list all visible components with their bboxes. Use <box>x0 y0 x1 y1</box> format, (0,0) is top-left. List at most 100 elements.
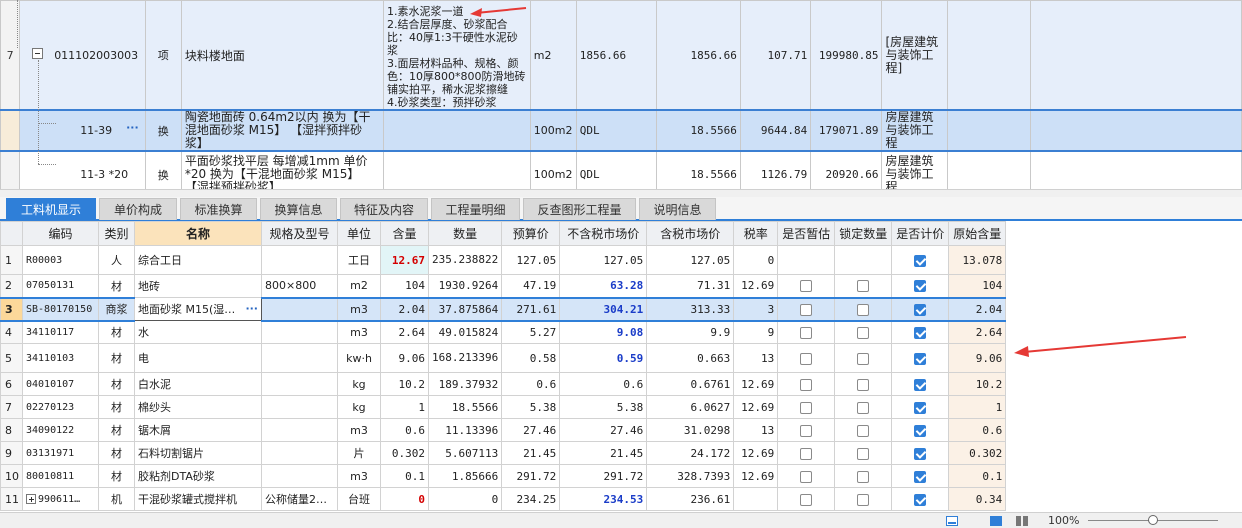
sub-item-name[interactable]: 平面砂浆找平层 每增减1mm 单价*20 换为【干混地面砂浆 M15】 【湿拌预… <box>180 150 385 189</box>
provisional-checkbox[interactable] <box>800 447 813 460</box>
tab-reverse-graphic-quantity[interactable]: 反查图形工程量 <box>523 198 636 220</box>
priced-checkbox[interactable] <box>914 378 927 391</box>
table-row[interactable]: 5 34110103 材电 kw·h 9.06 168.213396 0.58 0.59 0.6… <box>0 343 1007 373</box>
resource-content[interactable]: 0.1 <box>380 464 429 488</box>
sub-item-qty-expr[interactable]: QDL <box>575 109 658 152</box>
resource-content[interactable]: 2.04 <box>380 296 429 322</box>
resource-name[interactable]: 石料切割锯片 <box>134 441 262 465</box>
table-row-selected[interactable]: 3 SB-80170150 商浆 地面砂浆 M15(湿… ··· m3 2.04 37.875… <box>0 296 1007 322</box>
table-row[interactable]: 10 80010811 材胶粘剂DTA砂浆 m3 0.1 1.85666 291.72 291… <box>0 464 1007 488</box>
priced-checkbox[interactable] <box>914 447 927 460</box>
provisional-checkbox[interactable] <box>800 424 813 437</box>
tab-features-content[interactable]: 特征及内容 <box>340 198 428 220</box>
col-header-market-price[interactable]: 不含税市场价 <box>559 221 648 246</box>
resource-spec[interactable] <box>261 320 338 344</box>
resource-content[interactable]: 0.6 <box>380 418 429 442</box>
resource-tax-rate[interactable]: 12.69 <box>733 274 779 298</box>
resource-content[interactable]: 10.2 <box>380 372 429 396</box>
resource-market-price-tax[interactable]: 127.05 <box>646 245 735 275</box>
table-row[interactable]: 2 07050131 材地砖 800×800 m2 104 1930.9264 47.19 63… <box>0 274 1007 298</box>
provisional-checkbox[interactable] <box>800 470 813 483</box>
provisional-checkbox[interactable] <box>800 378 813 391</box>
table-row[interactable]: 4 34110117 材水 m3 2.64 49.015824 5.27 9.08 9.9 9 2.… <box>0 320 1007 344</box>
resource-name[interactable]: 干混砂浆罐式搅拌机 <box>134 487 262 511</box>
priced-checkbox[interactable] <box>914 280 927 293</box>
priced-checkbox[interactable] <box>914 401 927 414</box>
col-header-code[interactable]: 编码 <box>22 221 99 246</box>
col-header-category[interactable]: 类别 <box>98 221 135 246</box>
col-header-spec[interactable]: 规格及型号 <box>261 221 338 246</box>
item-name[interactable]: 块料楼地面 <box>180 0 385 111</box>
resource-name[interactable]: 棉纱头 <box>134 395 262 419</box>
lock-qty-checkbox[interactable] <box>857 470 870 483</box>
resource-code[interactable]: SB-80170150 <box>22 296 99 322</box>
resource-code[interactable]: 07050131 <box>22 274 99 298</box>
sub-item-name[interactable]: 陶瓷地面砖 0.64m2以内 换为【干混地面砂浆 M15】 【湿拌预拌砂浆】 <box>180 109 385 152</box>
tab-conversion-info[interactable]: 换算信息 <box>260 198 337 220</box>
resource-content[interactable]: 2.64 <box>380 320 429 344</box>
resource-code[interactable]: 34110117 <box>22 320 99 344</box>
col-header-unit[interactable]: 单位 <box>337 221 381 246</box>
zoom-slider-handle[interactable] <box>1148 515 1158 525</box>
resource-market-price-tax[interactable]: 31.0298 <box>646 418 735 442</box>
table-row[interactable]: 9 03131971 材石料切割锯片片 0.302 5.607113 21.45 21.45… <box>0 441 1007 465</box>
resource-name[interactable]: 胶粘剂DTA砂浆 <box>134 464 262 488</box>
resource-content[interactable]: 0 <box>380 487 429 511</box>
table-row[interactable]: 8 34090122 材锯木屑 m3 0.6 11.13396 27.46 27.46 31.0… <box>0 418 1007 442</box>
resource-content[interactable]: 104 <box>380 274 429 298</box>
table-row[interactable]: 7 011102003003 项 块料楼地面 1.素水泥浆一道 2.结合层厚度、… <box>0 0 1242 111</box>
resource-content[interactable]: 0.302 <box>380 441 429 465</box>
resource-spec[interactable] <box>261 418 338 442</box>
resource-spec[interactable] <box>261 296 338 322</box>
sub-item-features[interactable] <box>383 150 531 189</box>
resource-market-price[interactable]: 0.59 <box>559 343 648 373</box>
resource-code[interactable]: 990611… <box>22 487 99 511</box>
priced-checkbox[interactable] <box>914 254 927 267</box>
resource-tax-rate[interactable]: 0 <box>733 245 779 275</box>
resource-market-price[interactable]: 63.28 <box>559 274 648 298</box>
resource-market-price[interactable]: 27.46 <box>559 418 648 442</box>
resource-name[interactable]: 综合工日 <box>134 245 262 275</box>
tab-standard-conversion[interactable]: 标准换算 <box>180 198 257 220</box>
table-row[interactable]: 6 04010107 材白水泥 kg 10.2 189.37932 0.6 0.6 0.6761… <box>0 372 1007 396</box>
resource-content[interactable]: 1 <box>380 395 429 419</box>
lock-qty-checkbox[interactable] <box>857 493 870 506</box>
resource-spec[interactable]: 800×800 <box>261 274 338 298</box>
resource-name[interactable]: 水 <box>134 320 262 344</box>
resource-tax-rate[interactable] <box>733 487 779 511</box>
resource-tax-rate[interactable]: 12.69 <box>733 441 779 465</box>
resource-code[interactable]: 03131971 <box>22 441 99 465</box>
sub-item-features[interactable] <box>383 109 531 152</box>
resource-market-price[interactable]: 21.45 <box>559 441 648 465</box>
priced-checkbox[interactable] <box>914 326 927 339</box>
resource-content[interactable]: 9.06 <box>380 343 429 373</box>
resource-spec[interactable] <box>261 464 338 488</box>
lock-qty-checkbox[interactable] <box>857 280 870 293</box>
resource-market-price[interactable]: 127.05 <box>559 245 648 275</box>
priced-checkbox[interactable] <box>914 352 927 365</box>
resource-tax-rate[interactable]: 12.69 <box>733 395 779 419</box>
more-options-button[interactable]: ··· <box>245 302 258 315</box>
resource-market-price[interactable]: 291.72 <box>559 464 648 488</box>
resource-tax-rate[interactable]: 13 <box>733 343 779 373</box>
resource-spec[interactable] <box>261 343 338 373</box>
lock-qty-checkbox[interactable] <box>857 447 870 460</box>
provisional-checkbox[interactable] <box>800 303 813 316</box>
resource-name[interactable]: 地面砂浆 M15(湿… ··· <box>134 297 262 321</box>
resource-tax-rate[interactable]: 12.69 <box>733 464 779 488</box>
lock-qty-checkbox[interactable] <box>857 401 870 414</box>
collapse-icon[interactable] <box>32 48 44 59</box>
expand-icon[interactable] <box>26 493 36 504</box>
resource-market-price-tax[interactable]: 0.6761 <box>646 372 735 396</box>
resource-market-price-tax[interactable]: 328.7393 <box>646 464 735 488</box>
priced-checkbox[interactable] <box>914 470 927 483</box>
resource-market-price-tax[interactable]: 313.33 <box>646 296 735 322</box>
resource-tax-rate[interactable]: 12.69 <box>733 372 779 396</box>
resource-market-price-tax[interactable]: 0.663 <box>646 343 735 373</box>
resource-code[interactable]: R00003 <box>22 245 99 275</box>
provisional-checkbox[interactable] <box>800 493 813 506</box>
col-header-tax-rate[interactable]: 税率 <box>733 221 779 246</box>
priced-checkbox[interactable] <box>914 493 927 506</box>
resource-market-price-tax[interactable]: 24.172 <box>646 441 735 465</box>
resource-market-price-tax[interactable]: 6.0627 <box>646 395 735 419</box>
